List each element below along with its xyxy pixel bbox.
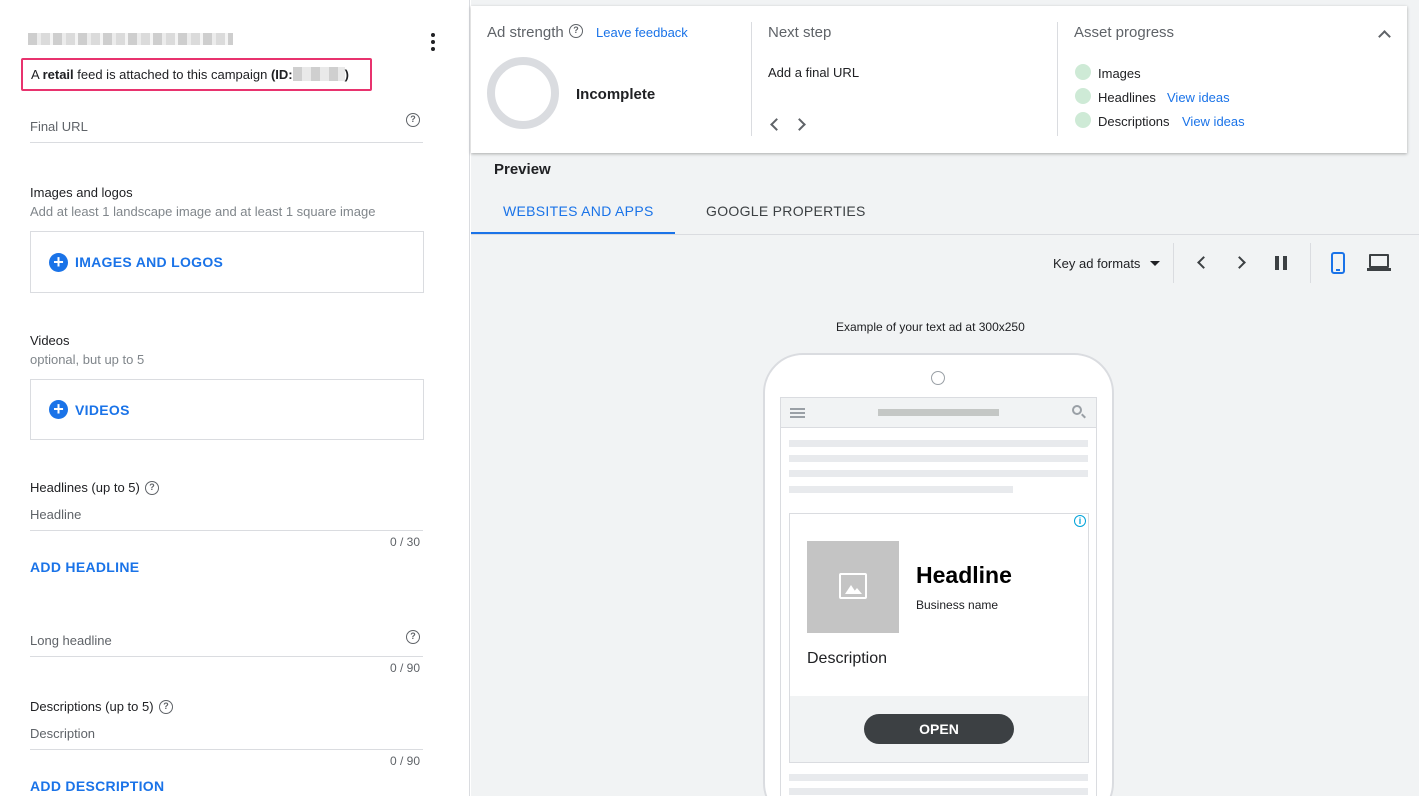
next-step-title: Next step	[768, 24, 832, 41]
ad-strength-ring	[487, 57, 559, 129]
collapse-icon[interactable]	[1378, 30, 1391, 43]
toolbar-divider	[1173, 243, 1174, 283]
placeholder-line	[789, 774, 1088, 781]
phone-camera	[931, 371, 945, 385]
feed-id-suffix: )	[344, 67, 349, 82]
feed-notice-text: feed is attached to this campaign	[73, 67, 271, 82]
more-options-icon[interactable]	[423, 30, 443, 54]
desktop-device-icon[interactable]	[1367, 254, 1391, 272]
asset-editor-panel: A retail feed is attached to this campai…	[0, 0, 470, 796]
add-videos-label: VIDEOS	[75, 401, 130, 418]
add-circle-icon: +	[49, 252, 68, 272]
mobile-device-icon[interactable]	[1331, 252, 1345, 274]
tab-websites-and-apps[interactable]: WEBSITES AND APPS	[503, 203, 654, 219]
videos-subtitle: optional, but up to 5	[30, 352, 145, 367]
videos-title: Videos	[30, 333, 70, 348]
ad-strength-card: Ad strength ? Leave feedback Incomplete …	[471, 6, 1407, 153]
placeholder-line	[789, 440, 1088, 447]
asset-progress-title: Asset progress	[1074, 24, 1175, 41]
headlines-view-ideas-link[interactable]: View ideas	[1167, 90, 1230, 105]
active-tab-indicator	[471, 232, 675, 234]
descriptions-view-ideas-link[interactable]: View ideas	[1182, 114, 1245, 129]
help-icon[interactable]: ?	[159, 700, 173, 714]
add-images-button[interactable]: + IMAGES AND LOGOS	[30, 231, 424, 293]
preview-caption: Example of your text ad at 300x250	[836, 320, 1025, 334]
final-url-field[interactable]: Final URL	[30, 119, 88, 134]
image-placeholder	[807, 541, 899, 633]
next-step-icon[interactable]	[793, 118, 806, 131]
ad-open-button[interactable]: OPEN	[864, 714, 1014, 744]
feed-type: retail	[42, 67, 74, 82]
long-headline-underline	[30, 656, 423, 657]
feed-notice-prefix: A	[31, 67, 43, 82]
ad-strength-title: Ad strength	[487, 24, 564, 41]
campaign-name-redacted	[28, 33, 233, 45]
description-char-counter: 0 / 90	[390, 754, 421, 768]
progress-dot	[1075, 64, 1091, 80]
dropdown-arrow-icon	[1150, 261, 1161, 266]
mock-address-bar	[878, 409, 999, 416]
add-description-button[interactable]: ADD DESCRIPTION	[30, 778, 164, 794]
long-headline-char-counter: 0 / 90	[390, 661, 421, 675]
headline-char-counter: 0 / 30	[390, 535, 421, 549]
tab-google-properties[interactable]: GOOGLE PROPERTIES	[706, 203, 866, 219]
ad-choices-icon: i	[1074, 515, 1086, 527]
toolbar-divider	[1310, 243, 1311, 283]
column-divider	[1057, 22, 1058, 136]
next-step-text: Add a final URL	[768, 65, 860, 80]
add-circle-icon: +	[49, 400, 68, 419]
menu-icon	[790, 408, 805, 418]
image-icon	[839, 573, 867, 599]
progress-dot	[1075, 112, 1091, 128]
help-icon[interactable]: ?	[406, 630, 420, 644]
preview-title: Preview	[494, 161, 551, 178]
description-input[interactable]: Description	[30, 726, 95, 741]
ad-business-name: Business name	[916, 598, 999, 612]
help-icon[interactable]: ?	[145, 481, 159, 495]
headline-input[interactable]: Headline	[30, 507, 81, 522]
feed-id-redacted	[292, 67, 345, 81]
images-subtitle: Add at least 1 landscape image and at le…	[30, 204, 376, 219]
asset-item-headlines: Headlines	[1098, 90, 1156, 105]
leave-feedback-link[interactable]: Leave feedback	[596, 25, 688, 40]
tabs-divider	[471, 234, 1419, 235]
final-url-underline	[30, 142, 423, 143]
add-images-label: IMAGES AND LOGOS	[75, 254, 224, 270]
placeholder-line	[789, 455, 1088, 462]
column-divider	[751, 22, 752, 136]
ad-formats-dropdown[interactable]: Key ad formats	[1053, 256, 1161, 271]
pause-icon[interactable]	[1275, 256, 1288, 270]
feed-id-label: (ID:	[270, 67, 293, 82]
headlines-title: Headlines (up to 5)	[30, 480, 140, 495]
ad-formats-label: Key ad formats	[1053, 256, 1141, 271]
asset-item-descriptions: Descriptions	[1098, 114, 1170, 129]
asset-item-images: Images	[1098, 66, 1141, 81]
add-videos-button[interactable]: + VIDEOS	[30, 379, 424, 440]
long-headline-input[interactable]: Long headline	[30, 633, 112, 648]
help-icon[interactable]: ?	[569, 24, 583, 38]
ad-strength-status: Incomplete	[576, 86, 656, 103]
add-headline-button[interactable]: ADD HEADLINE	[30, 559, 139, 575]
ad-description: Description	[807, 650, 888, 667]
feed-notice: A retail feed is attached to this campai…	[21, 58, 372, 91]
placeholder-line	[789, 470, 1088, 477]
description-underline	[30, 749, 423, 750]
ad-headline: Headline	[916, 562, 1012, 588]
search-icon	[1072, 405, 1086, 419]
placeholder-line	[789, 788, 1088, 795]
descriptions-title: Descriptions (up to 5)	[30, 699, 154, 714]
previous-step-icon[interactable]	[770, 118, 783, 131]
placeholder-line	[789, 486, 1013, 493]
help-icon[interactable]: ?	[406, 113, 420, 127]
headline-underline	[30, 530, 423, 531]
progress-dot	[1075, 88, 1091, 104]
images-title: Images and logos	[30, 185, 133, 200]
